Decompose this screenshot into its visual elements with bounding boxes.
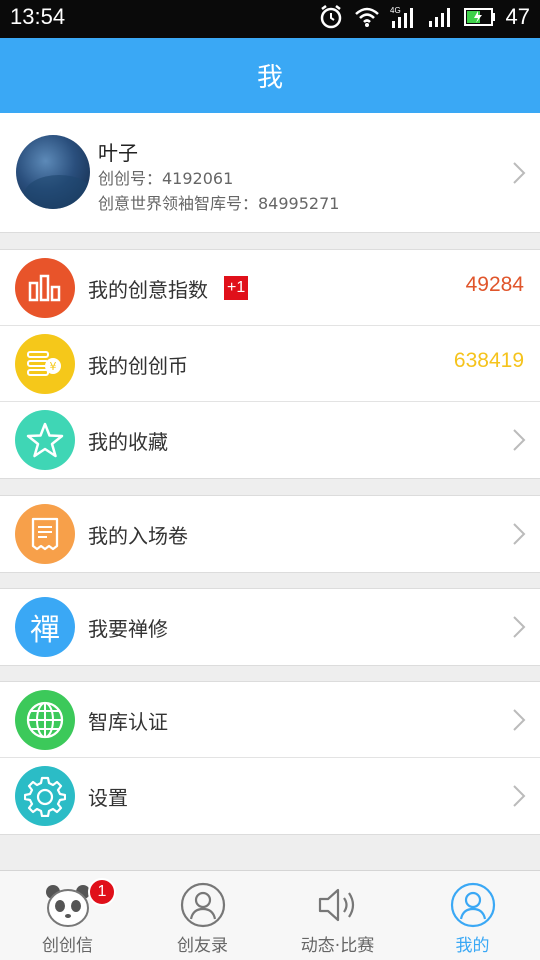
nav-label: 我的 — [455, 936, 490, 956]
chevron-right-icon — [513, 709, 526, 731]
profile-library-id: 创意世界领袖智库号：84995271 — [98, 194, 340, 213]
menu-item-settings[interactable]: 设置 — [0, 758, 540, 834]
svg-text:4G: 4G — [390, 6, 401, 15]
bar-chart-icon — [15, 258, 75, 318]
avatar[interactable] — [16, 135, 90, 209]
chevron-right-icon — [513, 429, 526, 451]
chevron-right-icon — [513, 785, 526, 807]
nav-tab-messages[interactable]: 创创信 1 — [0, 871, 135, 960]
menu-group-account: 我的创意指数 +1 49284 ¥ 我的创创币 638419 我的收藏 — [0, 249, 540, 479]
ticket-icon — [15, 504, 75, 564]
chevron-right-icon — [513, 162, 526, 184]
unread-badge: 1 — [88, 878, 116, 906]
contacts-icon — [179, 881, 227, 929]
nav-label: 动态·比赛 — [300, 936, 375, 956]
menu-group-tickets: 我的入场卷 — [0, 495, 540, 573]
profile-card[interactable]: 叶子 创创号：4192061 创意世界领袖智库号：84995271 — [0, 113, 540, 233]
zen-icon: 禪 — [15, 597, 75, 657]
menu-item-certify[interactable]: 智库认证 — [0, 682, 540, 758]
creative-index-value: 49284 — [465, 273, 524, 296]
page-title: 我 — [256, 63, 283, 93]
menu-item-favorites[interactable]: 我的收藏 — [0, 402, 540, 478]
menu-item-tickets[interactable]: 我的入场卷 — [0, 496, 540, 572]
nav-label: 创创信 — [42, 936, 93, 956]
coin-icon: ¥ — [15, 334, 75, 394]
nav-tab-contacts[interactable]: 创友录 — [135, 871, 270, 960]
globe-icon — [15, 690, 75, 750]
status-time: 13:54 — [10, 4, 66, 29]
menu-label: 我的收藏 — [88, 430, 168, 454]
menu-label: 我的入场卷 — [88, 524, 188, 548]
battery-icon — [463, 8, 495, 26]
wifi-icon — [354, 7, 379, 27]
battery-level: 47 — [505, 4, 530, 29]
gear-icon — [15, 766, 75, 826]
profile-id: 创创号：4192061 — [98, 169, 234, 188]
menu-label: 我的创意指数 — [88, 278, 208, 302]
menu-item-coins[interactable]: ¥ 我的创创币 638419 — [0, 326, 540, 402]
status-icons: 4G 47 — [318, 4, 530, 30]
nav-label: 创友录 — [177, 936, 228, 956]
coins-value: 638419 — [453, 349, 524, 372]
menu-label: 智库认证 — [88, 710, 168, 734]
bottom-nav: 创创信 1 创友录 动态·比赛 我的 — [0, 870, 540, 960]
nav-tab-feed[interactable]: 动态·比赛 — [270, 871, 405, 960]
title-bar: 我 — [0, 38, 540, 113]
svg-text:¥: ¥ — [50, 360, 57, 373]
new-badge: +1 — [224, 276, 249, 300]
profile-name: 叶子 — [98, 141, 138, 165]
nav-tab-me[interactable]: 我的 — [405, 871, 540, 960]
menu-group-system: 智库认证 设置 — [0, 681, 540, 835]
speaker-icon — [314, 881, 362, 929]
alarm-icon — [320, 5, 341, 29]
menu-label: 我的创创币 — [88, 354, 188, 378]
panda-icon — [44, 881, 92, 929]
chevron-right-icon — [513, 616, 526, 638]
status-bar: 13:54 4G 47 — [0, 0, 540, 38]
chevron-right-icon — [513, 523, 526, 545]
menu-item-creative-index[interactable]: 我的创意指数 +1 49284 — [0, 250, 540, 326]
user-icon — [449, 881, 497, 929]
signal-icon — [428, 8, 450, 27]
menu-label: 设置 — [88, 786, 128, 810]
menu-label: 我要禅修 — [88, 617, 168, 641]
signal-4g-icon: 4G — [390, 6, 413, 28]
star-icon — [15, 410, 75, 470]
menu-group-zen: 禪 我要禅修 — [0, 588, 540, 666]
menu-item-zen[interactable]: 禪 我要禅修 — [0, 589, 540, 665]
